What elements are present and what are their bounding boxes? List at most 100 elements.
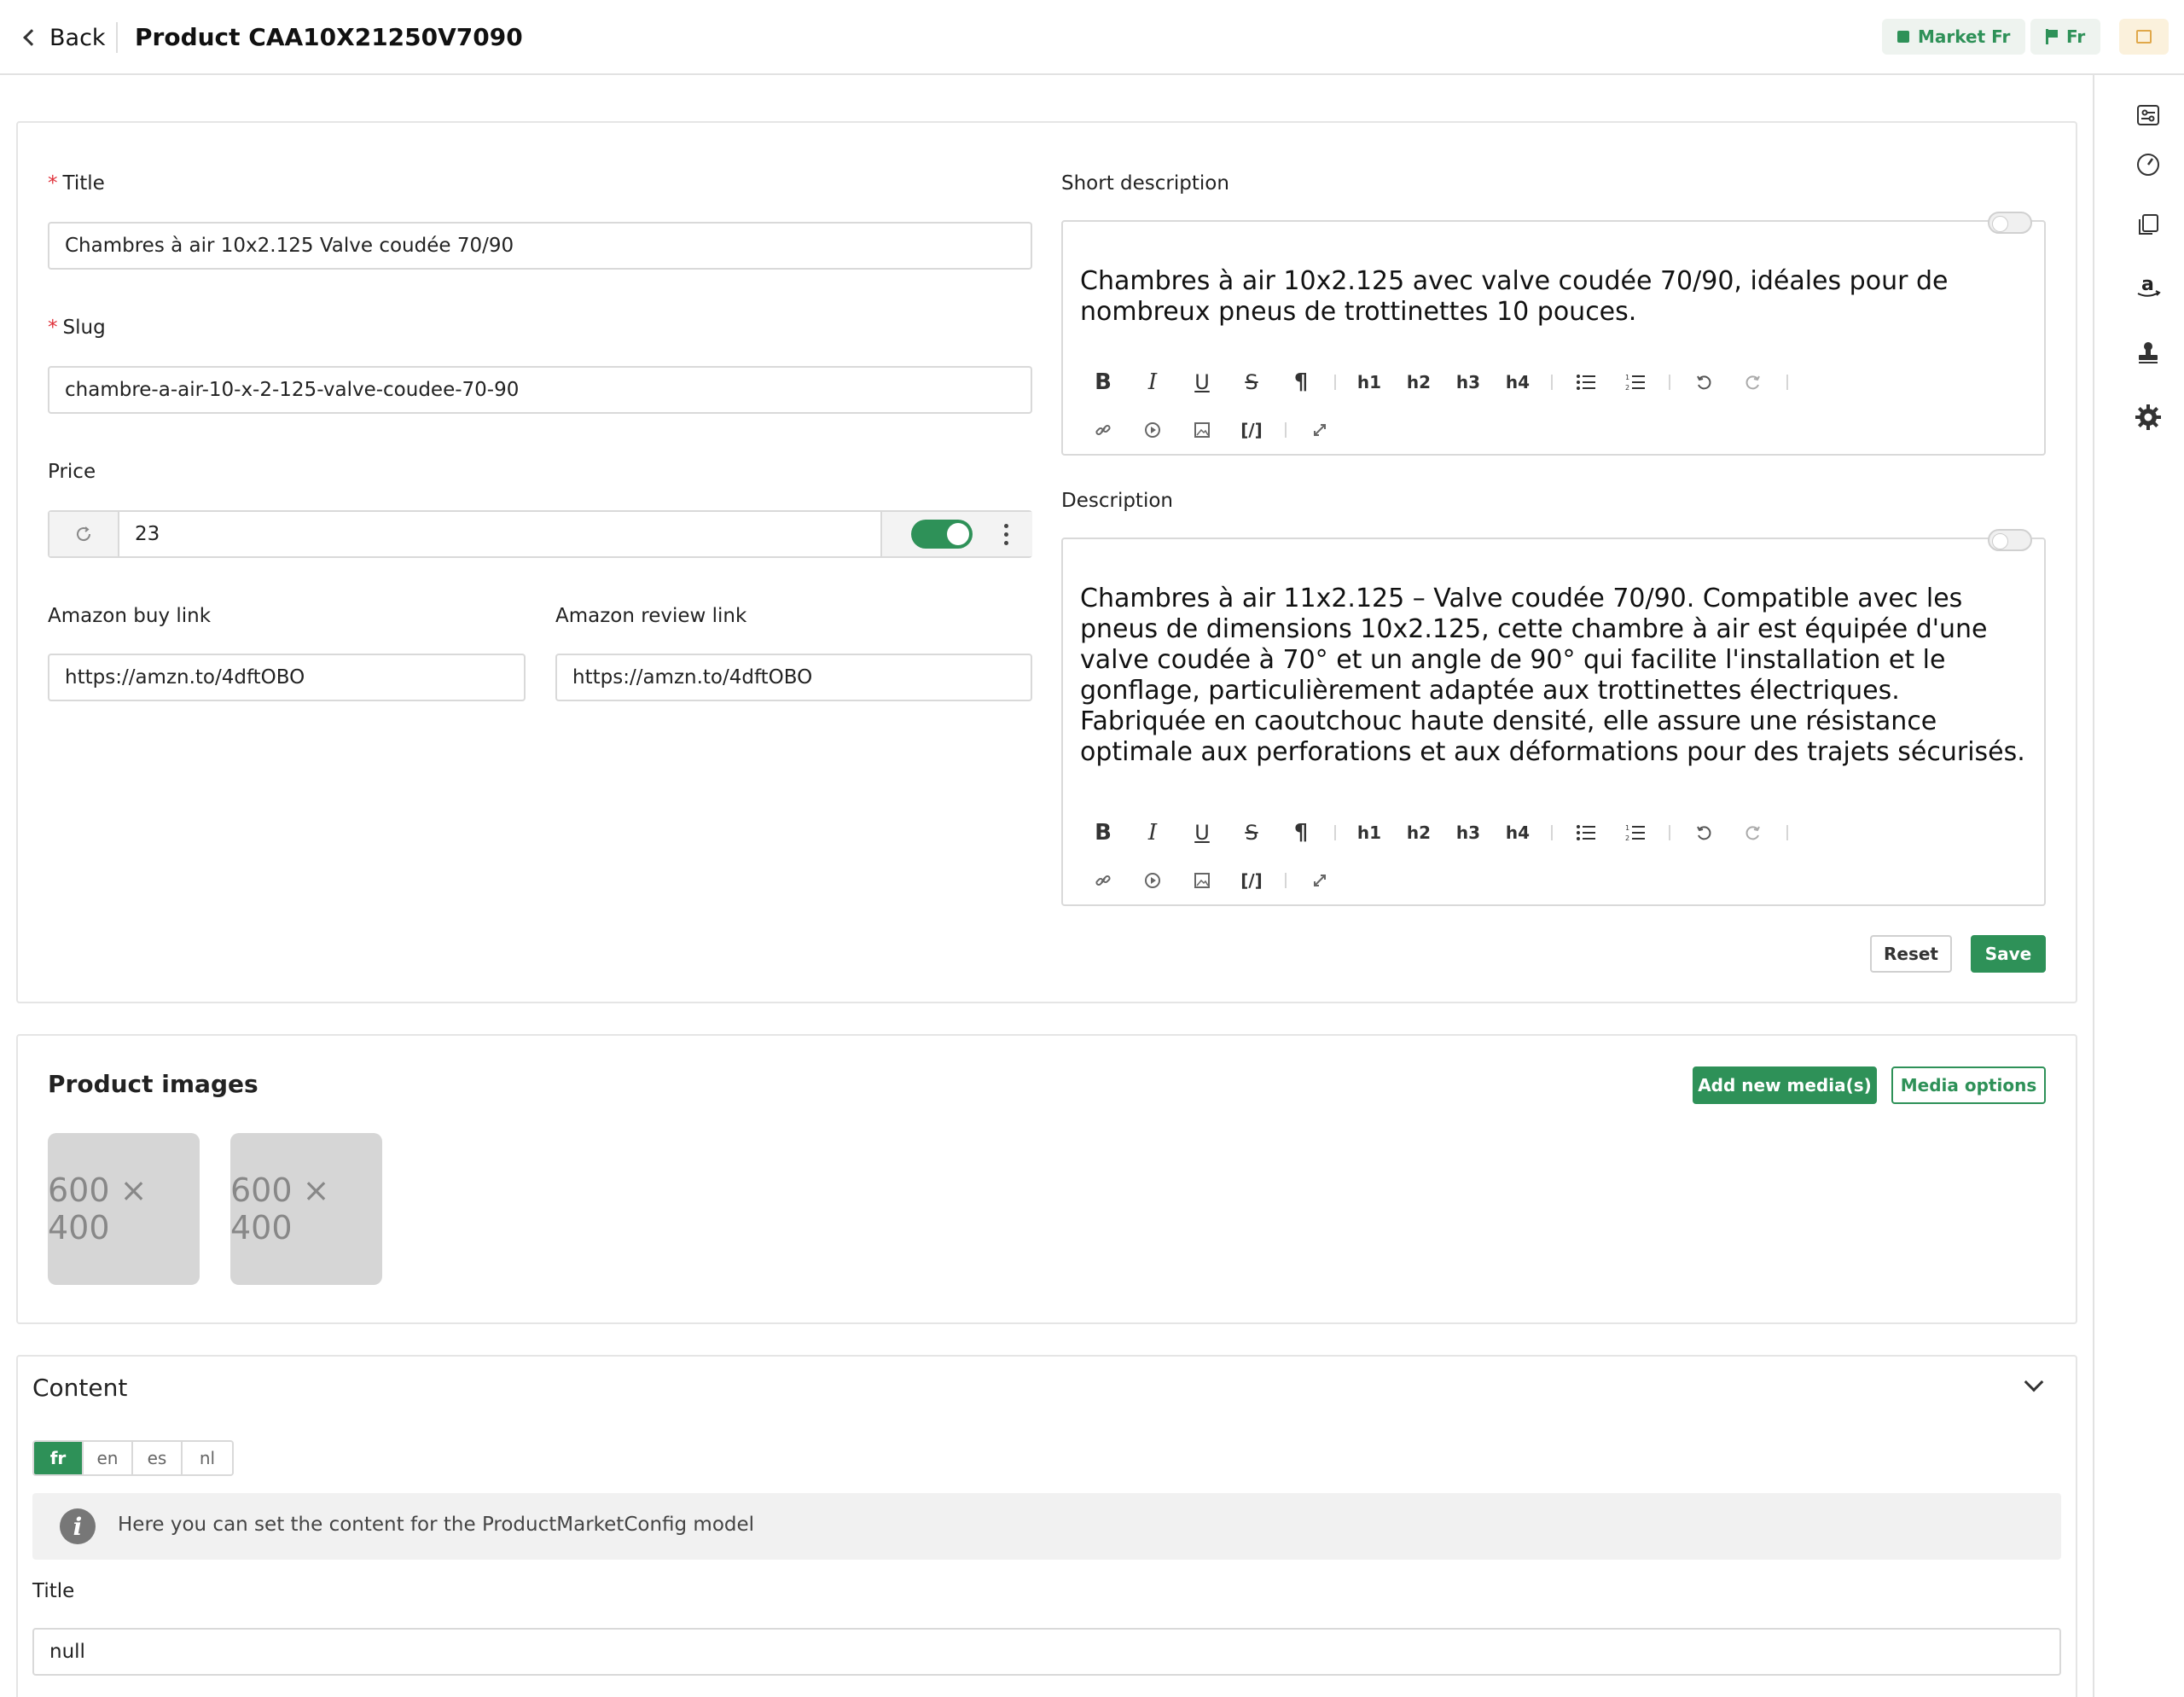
numbered-list-icon[interactable]: 12 <box>1611 816 1660 850</box>
strikethrough-icon[interactable]: S <box>1227 816 1276 850</box>
slug-input[interactable]: chambre-a-air-10-x-2-125-valve-coudee-70… <box>48 366 1032 414</box>
right-sidebar: a <box>2093 75 2184 1697</box>
content-title-label: Title <box>32 1580 75 1602</box>
media-options-button[interactable]: Media options <box>1891 1066 2046 1104</box>
heading3-button[interactable]: h3 <box>1443 365 1493 399</box>
amazon-buy-input[interactable]: https://amzn.to/4dftOBO <box>48 654 526 701</box>
price-enabled-toggle[interactable] <box>911 520 973 549</box>
undo-icon[interactable] <box>1679 816 1728 850</box>
chevron-left-icon <box>23 29 40 46</box>
copy-icon[interactable] <box>2134 210 2163 239</box>
title-input[interactable]: Chambres à air 10x2.125 Valve coudée 70/… <box>48 222 1032 270</box>
price-controls <box>880 512 1032 556</box>
image-icon[interactable] <box>1177 413 1227 447</box>
bold-icon[interactable]: B <box>1078 816 1128 850</box>
add-media-button[interactable]: Add new media(s) <box>1693 1066 1877 1104</box>
amazon-review-input[interactable]: https://amzn.to/4dftOBO <box>555 654 1032 701</box>
toolbar-divider <box>1551 825 1553 840</box>
redo-icon[interactable] <box>1728 816 1778 850</box>
save-button[interactable]: Save <box>1971 935 2046 973</box>
undo-icon[interactable] <box>1679 365 1728 399</box>
link-icon[interactable] <box>1078 863 1128 898</box>
refresh-icon <box>77 526 91 542</box>
gear-icon[interactable] <box>2134 403 2163 432</box>
heading4-button[interactable]: h4 <box>1493 365 1542 399</box>
more-options-icon[interactable] <box>1002 522 1010 546</box>
sliders-card-icon[interactable] <box>2134 101 2163 130</box>
italic-icon[interactable]: I <box>1128 365 1177 399</box>
info-text: Here you can set the content for the Pro… <box>118 1514 755 1536</box>
flag-icon <box>2046 29 2058 44</box>
price-field: 23 <box>48 510 1032 558</box>
heading2-button[interactable]: h2 <box>1394 816 1443 850</box>
lock-toggle[interactable] <box>1988 529 2032 551</box>
gauge-icon[interactable] <box>2134 150 2163 179</box>
italic-icon[interactable]: I <box>1128 816 1177 850</box>
reset-button[interactable]: Reset <box>1870 935 1952 973</box>
numbered-list-icon[interactable]: 12 <box>1611 365 1660 399</box>
code-icon[interactable]: [/] <box>1227 863 1276 898</box>
editor-toolbar-row2: [/] <box>1078 413 1345 447</box>
locale-label: Fr <box>2066 26 2086 47</box>
market-button[interactable]: Market Fr <box>1882 19 2026 55</box>
redo-icon[interactable] <box>1728 365 1778 399</box>
svg-text:1: 1 <box>1625 824 1629 832</box>
product-image-thumbnail[interactable]: 600 × 400 <box>48 1133 200 1285</box>
heading3-button[interactable]: h3 <box>1443 816 1493 850</box>
price-refresh-button[interactable] <box>49 512 119 556</box>
tab-lang-nl[interactable]: nl <box>183 1442 232 1474</box>
short-description-label: Short description <box>1061 172 1229 195</box>
stamp-icon[interactable] <box>2134 338 2163 367</box>
toolbar-divider <box>1669 375 1670 390</box>
video-icon[interactable] <box>1128 413 1177 447</box>
editor-toolbar-row1: B I U S ¶ h1 h2 h3 h4 12 <box>1078 365 1797 399</box>
page-title: Product CAA10X21250V7090 <box>135 23 523 51</box>
bullet-list-icon[interactable] <box>1561 816 1611 850</box>
paragraph-icon[interactable]: ¶ <box>1276 365 1326 399</box>
amazon-icon[interactable]: a <box>2134 271 2163 300</box>
tab-lang-fr[interactable]: fr <box>34 1442 84 1474</box>
heading4-button[interactable]: h4 <box>1493 816 1542 850</box>
bold-icon[interactable]: B <box>1078 365 1128 399</box>
price-label: Price <box>48 461 96 483</box>
underline-icon[interactable]: U <box>1177 816 1227 850</box>
heading1-button[interactable]: h1 <box>1345 365 1394 399</box>
content-title: Content <box>32 1374 128 1402</box>
price-input[interactable]: 23 <box>135 512 160 556</box>
language-tabs: fr en es nl <box>32 1440 234 1476</box>
heading1-button[interactable]: h1 <box>1345 816 1394 850</box>
info-icon: i <box>60 1508 96 1544</box>
svg-text:1: 1 <box>1625 374 1629 381</box>
underline-icon[interactable]: U <box>1177 365 1227 399</box>
strikethrough-icon[interactable]: S <box>1227 365 1276 399</box>
tab-lang-en[interactable]: en <box>84 1442 133 1474</box>
calendar-button[interactable] <box>2119 19 2169 55</box>
expand-icon[interactable] <box>1295 863 1345 898</box>
short-description-text[interactable]: Chambres à air 10x2.125 avec valve coudé… <box>1080 266 2027 328</box>
content-title-input[interactable]: null <box>32 1628 2061 1676</box>
description-text[interactable]: Chambres à air 11x2.125 – Valve coudée 7… <box>1080 584 2027 768</box>
back-button[interactable]: Back <box>19 20 106 55</box>
toolbar-divider <box>1285 422 1287 438</box>
code-icon[interactable]: [/] <box>1227 413 1276 447</box>
paragraph-icon[interactable]: ¶ <box>1276 816 1326 850</box>
bullet-list-icon[interactable] <box>1561 365 1611 399</box>
lock-toggle[interactable] <box>1988 212 2032 234</box>
toolbar-divider <box>1551 375 1553 390</box>
image-icon[interactable] <box>1177 863 1227 898</box>
tab-lang-es[interactable]: es <box>133 1442 183 1474</box>
heading2-button[interactable]: h2 <box>1394 365 1443 399</box>
locale-button[interactable]: Fr <box>2030 19 2101 55</box>
editor-toolbar-row1: B I U S ¶ h1 h2 h3 h4 12 <box>1078 816 1797 850</box>
toolbar-divider <box>1669 825 1670 840</box>
short-description-editor: Chambres à air 10x2.125 avec valve coudé… <box>1061 212 2046 456</box>
expand-icon[interactable] <box>1295 413 1345 447</box>
toolbar-divider <box>1334 375 1336 390</box>
description-editor: Chambres à air 11x2.125 – Valve coudée 7… <box>1061 529 2046 906</box>
svg-text:a: a <box>2141 274 2154 295</box>
store-icon <box>1897 31 1909 43</box>
product-image-thumbnail[interactable]: 600 × 400 <box>230 1133 382 1285</box>
market-label: Market Fr <box>1918 26 2011 47</box>
video-icon[interactable] <box>1128 863 1177 898</box>
link-icon[interactable] <box>1078 413 1128 447</box>
